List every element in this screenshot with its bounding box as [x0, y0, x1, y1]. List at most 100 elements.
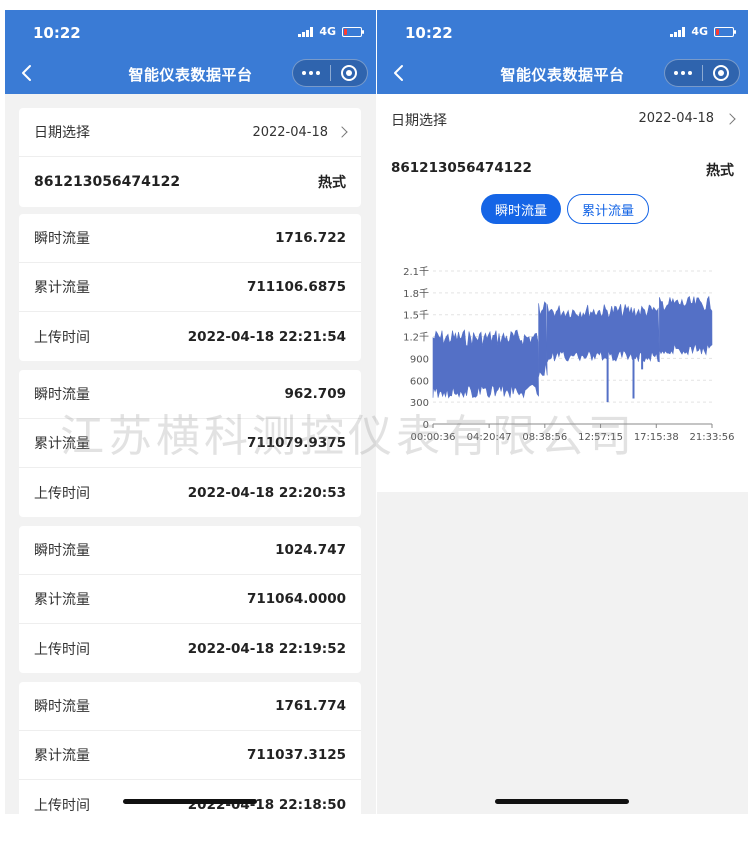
- instant-flow-row: 瞬时流量 1761.774: [19, 682, 361, 731]
- status-time: 10:22: [405, 24, 453, 42]
- x-tick-label: 17:15:38: [634, 432, 679, 443]
- upload-time-value: 2022-04-18 22:20:53: [187, 484, 346, 501]
- phone-chart-view: 10:22 4G 智能仪表数据平台 日期选择 2022-04-18 861213…: [377, 10, 748, 814]
- record-card: 瞬时流量 1761.774 累计流量 711037.3125 上传时间 2022-04…: [19, 682, 361, 814]
- y-tick-label: 1.5千: [403, 310, 429, 322]
- status-indicators: 4G: [670, 25, 736, 38]
- header-card: 日期选择 2022-04-18 861213056474122 热式: [19, 108, 361, 207]
- home-indicator: [495, 799, 629, 804]
- x-tick-label: 08:38:56: [522, 432, 567, 443]
- instant-flow-value: 1024.747: [275, 542, 346, 558]
- y-tick-label: 1.2千: [403, 332, 429, 344]
- y-tick-label: 2.1千: [403, 266, 429, 278]
- record-card: 瞬时流量 962.709 累计流量 711079.9375 上传时间 2022-04-…: [19, 370, 361, 517]
- total-flow-row: 累计流量 711106.6875: [19, 263, 361, 312]
- record-card: 瞬时流量 1716.722 累计流量 711106.6875 上传时间 2022-04…: [19, 214, 361, 361]
- home-indicator: [123, 799, 257, 804]
- total-flow-row: 累计流量 711079.9375: [19, 419, 361, 468]
- network-label: 4G: [319, 25, 336, 38]
- y-tick-label: 900: [410, 354, 429, 365]
- instant-flow-label: 瞬时流量: [34, 387, 90, 403]
- total-flow-value: 711079.9375: [246, 435, 346, 451]
- record-card: 瞬时流量 1024.747 累计流量 711064.0000 上传时间 2022-04…: [19, 526, 361, 673]
- more-dots-icon: [302, 71, 321, 75]
- total-flow-label: 累计流量: [34, 748, 90, 764]
- total-flow-label: 累计流量: [34, 280, 90, 296]
- series-band: [659, 295, 713, 356]
- top-bar: 10:22 4G 智能仪表数据平台: [377, 10, 748, 94]
- total-flow-row: 累计流量 711037.3125: [19, 731, 361, 780]
- nav-bar: 智能仪表数据平台: [5, 55, 376, 94]
- x-tick-label: 00:00:36: [411, 432, 456, 443]
- instant-flow-row: 瞬时流量 1024.747: [19, 526, 361, 575]
- device-type: 热式: [706, 163, 734, 179]
- status-indicators: 4G: [298, 25, 364, 38]
- upload-time-value: 2022-04-18 22:19:52: [187, 640, 346, 657]
- device-type: 热式: [318, 175, 346, 191]
- upload-time-row: 上传时间 2022-04-18 22:20:53: [19, 468, 361, 517]
- upload-time-label: 上传时间: [34, 797, 90, 814]
- close-miniprogram-button[interactable]: [703, 60, 740, 86]
- total-flow-label: 累计流量: [34, 592, 90, 608]
- x-tick-label: 21:33:56: [690, 432, 735, 443]
- flow-chart: 0 300 600 900 1.2千 1.5千 1.8千 2.1千 00:00:36 04:20:…: [403, 266, 735, 443]
- date-picker-row[interactable]: 日期选择 2022-04-18: [19, 108, 361, 157]
- chart-page: 日期选择 2022-04-18 861213056474122 热式 瞬时流量 …: [377, 94, 748, 814]
- total-flow-value: 711037.3125: [246, 747, 346, 763]
- y-tick-label: 0: [423, 420, 429, 431]
- series-band: [432, 329, 539, 399]
- battery-icon: [714, 26, 736, 37]
- phone-list-view: 10:22 4G 智能仪表数据平台 日期选择 2022-04-18 861213…: [5, 10, 376, 814]
- series-band: [538, 301, 548, 377]
- total-flow-label: 累计流量: [34, 436, 90, 452]
- target-icon: [712, 65, 729, 81]
- status-bar: 10:22 4G: [5, 10, 376, 55]
- device-id: 861213056474122: [391, 160, 532, 176]
- battery-icon: [342, 26, 364, 37]
- device-id: 861213056474122: [34, 174, 181, 190]
- upload-time-value: 2022-04-18 22:21:54: [187, 328, 346, 345]
- more-button[interactable]: [293, 60, 330, 86]
- upload-time-label: 上传时间: [34, 641, 90, 658]
- record-list: 日期选择 2022-04-18 861213056474122 热式 瞬时流量 1…: [5, 94, 376, 814]
- date-picker-value: 2022-04-18: [638, 111, 714, 126]
- close-miniprogram-button[interactable]: [331, 60, 368, 86]
- miniprogram-capsule: [292, 59, 368, 87]
- instant-flow-label: 瞬时流量: [34, 699, 90, 715]
- date-picker-row[interactable]: 2022-04-18: [638, 111, 736, 126]
- instant-flow-value: 1761.774: [275, 698, 346, 714]
- signal-icon: [670, 26, 686, 37]
- y-tick-label: 1.8千: [403, 288, 429, 300]
- date-picker-label: 日期选择: [34, 125, 90, 141]
- status-time: 10:22: [33, 24, 81, 42]
- y-tick-label: 300: [410, 398, 429, 409]
- date-picker-label[interactable]: 日期选择: [391, 110, 447, 130]
- instant-flow-row: 瞬时流量 1716.722: [19, 214, 361, 263]
- upload-time-label: 上传时间: [34, 485, 90, 502]
- y-tick-label: 600: [410, 376, 429, 387]
- more-button[interactable]: [665, 60, 702, 86]
- device-row: 861213056474122 热式: [19, 157, 361, 207]
- chevron-right-icon: [336, 126, 348, 138]
- instant-flow-row: 瞬时流量 962.709: [19, 370, 361, 419]
- tab-instant-flow[interactable]: 瞬时流量: [481, 194, 561, 224]
- miniprogram-capsule: [664, 59, 740, 87]
- status-bar: 10:22 4G: [377, 10, 748, 55]
- chart-panel: 日期选择 2022-04-18 861213056474122 热式 瞬时流量 …: [377, 94, 748, 492]
- chevron-right-icon: [724, 112, 736, 125]
- total-flow-value: 711106.6875: [246, 279, 346, 295]
- instant-flow-label: 瞬时流量: [34, 543, 90, 559]
- tab-total-flow[interactable]: 累计流量: [567, 194, 649, 224]
- empty-area: [377, 492, 748, 814]
- upload-time-label: 上传时间: [34, 329, 90, 346]
- instant-flow-label: 瞬时流量: [34, 231, 90, 247]
- nav-bar: 智能仪表数据平台: [377, 55, 748, 94]
- network-label: 4G: [691, 25, 708, 38]
- more-dots-icon: [674, 71, 693, 75]
- screenshot-canvas: 10:22 4G 智能仪表数据平台 日期选择 2022-04-18 861213…: [0, 0, 750, 846]
- upload-time-row: 上传时间 2022-04-18 22:19:52: [19, 624, 361, 673]
- instant-flow-value: 962.709: [284, 386, 347, 402]
- x-tick-label: 12:57:15: [578, 432, 623, 443]
- upload-time-row: 上传时间 2022-04-18 22:21:54: [19, 312, 361, 361]
- instant-flow-value: 1716.722: [275, 230, 346, 246]
